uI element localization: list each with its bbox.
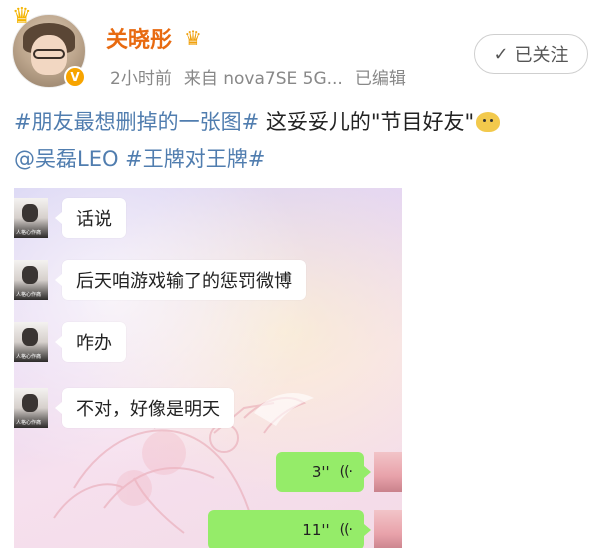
post-header: ♛ V 关晓彤 ♛ 2小时前 来自 nova7SE 5G... 已编辑 ✓ 已关… <box>0 0 601 100</box>
mention-link[interactable]: @吴磊LEO <box>14 147 119 171</box>
friend-avatar[interactable] <box>14 388 48 428</box>
voice-message[interactable]: 11'' ((· <box>208 510 371 548</box>
post-text: #朋友最想删掉的一张图# 这妥妥儿的"节目好友" @吴磊LEO #王牌对王牌# <box>14 104 589 178</box>
follow-label: 已关注 <box>514 45 569 66</box>
post-meta: 2小时前 来自 nova7SE 5G... 已编辑 <box>110 64 406 89</box>
voice-message[interactable]: 3'' ((· <box>276 452 371 492</box>
message-bubble[interactable]: 咋办 <box>55 322 126 362</box>
crown-decoration-icon: ♛ <box>12 4 32 29</box>
username[interactable]: 关晓彤 <box>106 22 172 54</box>
self-avatar[interactable] <box>374 510 402 548</box>
anime-background-art <box>53 393 314 534</box>
verified-badge-icon: V <box>64 66 86 88</box>
message-bubble[interactable]: 话说 <box>55 198 126 238</box>
voice-duration: 3'' <box>311 463 330 481</box>
voice-duration: 11'' <box>302 521 330 539</box>
friend-avatar[interactable] <box>14 198 48 238</box>
friend-avatar[interactable] <box>14 260 48 300</box>
voice-wave-icon: ((· <box>339 522 353 538</box>
self-avatar[interactable] <box>374 452 402 492</box>
post-time: 2小时前 <box>110 69 172 89</box>
hashtag-link[interactable]: #王牌对王牌# <box>119 147 265 171</box>
crown-icon: ♛ <box>184 26 202 50</box>
post-body: 这妥妥儿的"节目好友" <box>259 110 475 134</box>
post-edited: 已编辑 <box>354 69 406 89</box>
hashtag-link[interactable]: #朋友最想删掉的一张图# <box>14 110 259 134</box>
check-icon: ✓ <box>493 43 509 65</box>
friend-avatar[interactable] <box>14 322 48 362</box>
message-bubble[interactable]: 后天咱游戏输了的惩罚微博 <box>55 260 306 300</box>
username-row: 关晓彤 ♛ <box>106 22 206 54</box>
voice-wave-icon: ((· <box>339 464 353 480</box>
message-bubble[interactable]: 不对，好像是明天 <box>55 388 234 428</box>
chat-screenshot-image[interactable]: 话说 后天咱游戏输了的惩罚微博 咋办 不对，好像是明天 3'' ((· 11''… <box>14 188 402 548</box>
follow-button[interactable]: ✓ 已关注 <box>474 34 588 74</box>
doge-emoji-icon <box>476 112 501 132</box>
post-source: 来自 nova7SE 5G... <box>183 69 343 89</box>
